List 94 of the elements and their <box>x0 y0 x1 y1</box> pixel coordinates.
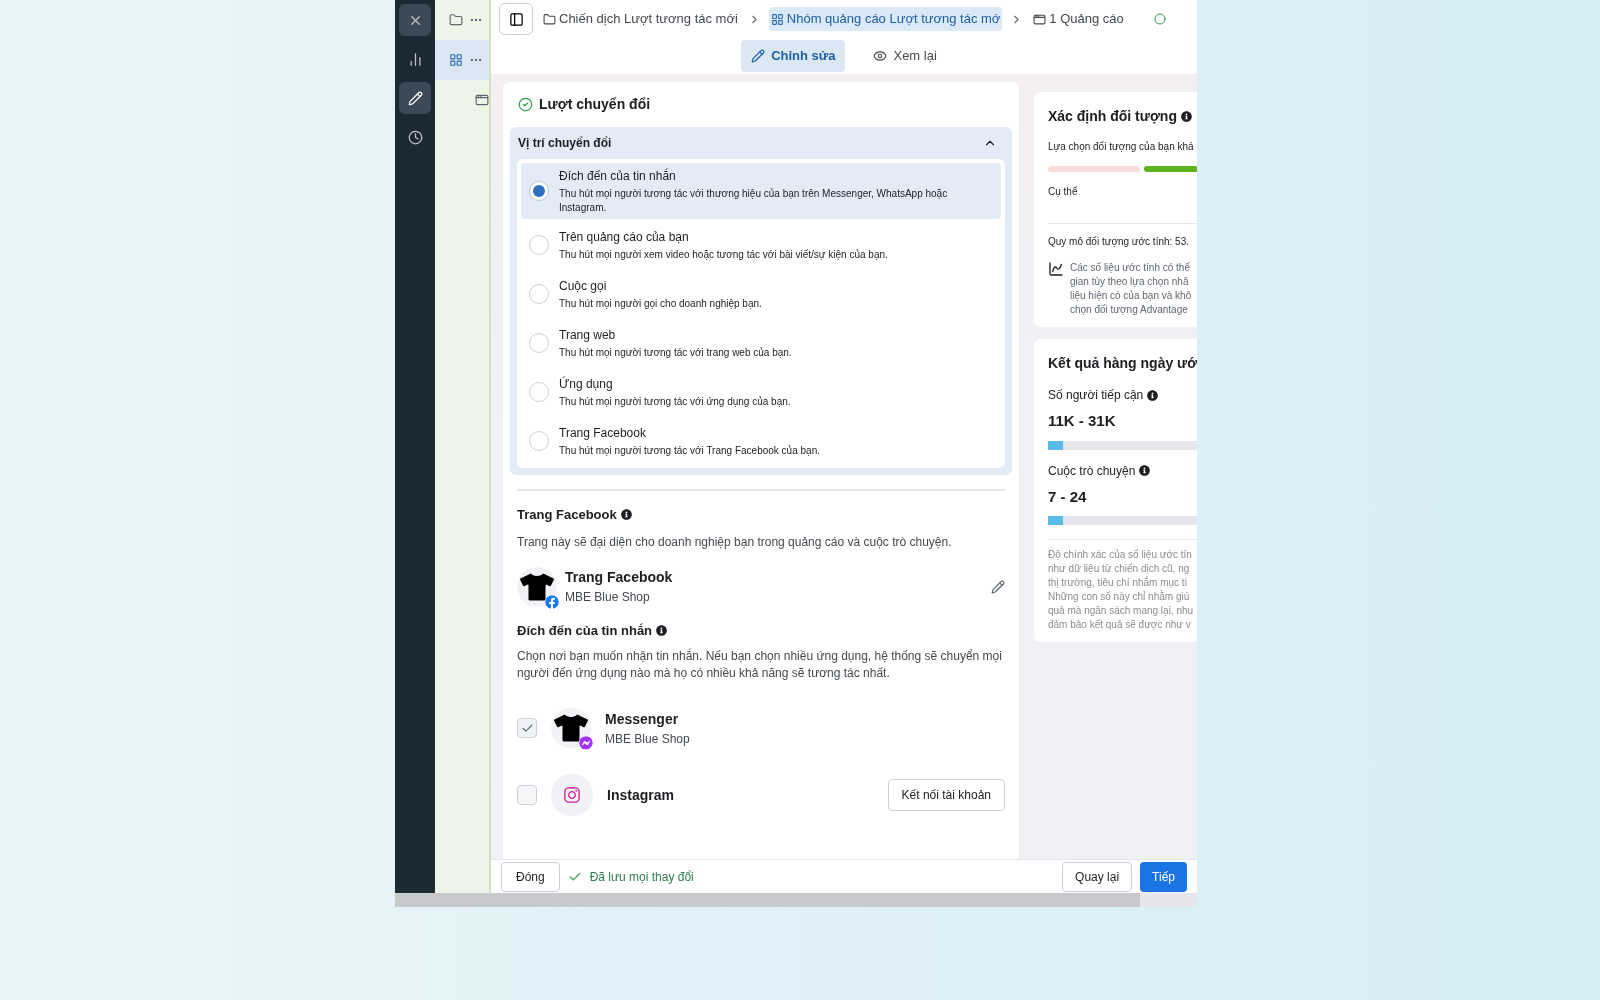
facebook-badge-icon <box>545 594 559 609</box>
field-description: Trang này sẽ đại diện cho doanh nghiệp bạn trong quảng cáo và cuộc trò chuyện. <box>517 533 953 551</box>
pencil-button[interactable] <box>399 82 431 114</box>
option-description: Thu hút mọi người gọi cho doanh nghiệp bạn. <box>559 297 762 311</box>
folder-icon <box>543 12 556 26</box>
radio-option[interactable]: Trang Facebook Thu hút mọi người tương tác với Trang Facebook của bạn. <box>521 418 1001 464</box>
field-title: Trang Facebook <box>517 506 617 524</box>
check-circle-icon <box>518 97 533 112</box>
option-description: Thu hút mọi người tương tác với thương hiệu của bạn trên Messenger, WhatsApp hoặc Instagram. <box>559 187 949 215</box>
option-label: Trang Facebook <box>559 425 647 442</box>
breadcrumb-link[interactable]: Nhóm quảng cáo Lượt tương tác mớ <box>768 7 1003 31</box>
app-account: MBE Blue Shop <box>605 730 691 748</box>
close-button[interactable] <box>399 4 431 36</box>
card-title: Kết quả hàng ngày ướ <box>1048 354 1197 373</box>
note-line: Những con số này chỉ nhằm giú <box>1048 590 1191 604</box>
radio-option[interactable]: Đích đến của tin nhắn Thu hút mọi người tương tác với thương hiệu của bạn trên Messenger, WhatsApp hoặc Instagram. <box>521 163 1001 219</box>
checkbox[interactable] <box>517 718 537 738</box>
note-line: thị trường, tiêu chí nhắm mục ti <box>1048 576 1188 590</box>
card-title: Xác định đối tượng <box>1048 107 1177 126</box>
folder-icon <box>449 13 463 27</box>
app-name: Messenger <box>605 709 680 729</box>
info-icon <box>1147 389 1159 401</box>
radio-option[interactable]: Trang web Thu hút mọi người tương tác với trang web của bạn. <box>521 320 1001 366</box>
radio-option[interactable]: Cuộc gọi Thu hút mọi người gọi cho doanh nghiệp bạn. <box>521 271 1001 317</box>
note-line: như dữ liệu từ chiến dịch cũ, ng <box>1048 562 1191 576</box>
section-title: Lượt chuyển đổi <box>539 95 651 114</box>
field-title: Đích đến của tin nhắn <box>517 621 653 640</box>
back-button[interactable]: Quay lại <box>1062 861 1133 892</box>
metric-value: 7 - 24 <box>1048 486 1088 507</box>
messenger-badge-icon <box>579 736 593 750</box>
window-icon <box>475 93 489 107</box>
info-icon <box>656 624 668 636</box>
status-ring-icon <box>1153 13 1166 25</box>
mode-tab[interactable]: Xem lại <box>863 40 947 72</box>
radio-button[interactable] <box>529 181 549 201</box>
note-line: đảm bảo kết quả sẽ được như v <box>1048 618 1192 632</box>
checkbox[interactable] <box>517 785 537 805</box>
option-label: Cuộc gọi <box>559 278 608 295</box>
metric-value: 11K - 31K <box>1048 411 1117 431</box>
radio-button[interactable] <box>529 333 549 353</box>
radio-button[interactable] <box>529 235 549 255</box>
save-status: Đã lưu mọi thay đổi <box>589 868 694 886</box>
radio-option[interactable]: Ứng dụng Thu hút mọi người tương tác với ứng dụng của bạn. <box>521 369 1001 415</box>
breadcrumb-link[interactable]: 1 Quảng cáo <box>1031 7 1126 31</box>
breadcrumb-link[interactable]: Chiến dịch Lượt tương tác mới <box>541 7 740 31</box>
note-line: chọn đối tượng Advantage <box>1070 303 1189 317</box>
radio-option[interactable]: Trên quảng cáo của bạn Thu hút mọi người xem video hoặc tương tác với bài viết/sự kiện của bạn. <box>521 222 1001 268</box>
option-label: Ứng dụng <box>559 375 614 393</box>
info-icon <box>1181 111 1192 122</box>
page-account: MBE Blue Shop <box>565 589 651 606</box>
eye-icon <box>873 49 888 63</box>
option-description: Thu hút mọi người tương tác với Trang Facebook của bạn. <box>559 444 820 458</box>
horizontal-scrollbar[interactable] <box>395 893 1197 907</box>
field-description: Chọn nơi bạn muốn nhận tin nhắn. Nếu bạn chọn nhiều ứng dụng, hệ thống sẽ chuyển mọi người đến ứng dụng nào mà họ có nhiều khả năng sẽ tương tác nhất. <box>517 648 1003 682</box>
bar-chart-icon <box>407 51 423 67</box>
option-description: Thu hút mọi người tương tác với trang web của bạn. <box>559 346 792 360</box>
option-description: Thu hút mọi người xem video hoặc tương tác với bài viết/sự kiện của bạn. <box>559 248 888 262</box>
radio-button[interactable] <box>529 431 549 451</box>
panel-header[interactable]: Vị trí chuyển đổi <box>517 127 1005 159</box>
note-line: gian tùy theo lựa chọn nhâ <box>1070 275 1190 289</box>
pencil-icon <box>407 90 423 106</box>
radio-button[interactable] <box>529 284 549 304</box>
pencil-icon <box>751 49 766 63</box>
note-line: Các số liệu ước tính có thể <box>1070 261 1191 275</box>
close-button[interactable]: Đóng <box>501 861 560 892</box>
page-name: Trang Facebook <box>565 568 674 587</box>
option-label: Trang web <box>559 327 617 344</box>
note-line: quả mà ngân sách mang lại, nhu <box>1048 604 1195 618</box>
metric-label: Cuộc trò chuyện <box>1048 462 1136 480</box>
pencil-icon[interactable] <box>991 579 1005 594</box>
note-line: liệu hiện có của bạn và khô <box>1070 289 1192 303</box>
window-icon <box>1033 12 1047 26</box>
connect-account-button[interactable]: Kết nối tài khoản <box>887 779 1005 811</box>
mode-tab[interactable]: Chỉnh sửa <box>741 40 846 72</box>
option-description: Thu hút mọi người tương tác với ứng dụng của bạn. <box>559 395 791 409</box>
sidebar-panel-icon <box>508 11 524 27</box>
meter-label: Cụ thể <box>1048 185 1079 199</box>
metric-label: Số người tiếp cận <box>1048 387 1144 404</box>
radio-button[interactable] <box>529 382 549 402</box>
option-label: Trên quảng cáo của bạn <box>559 229 690 246</box>
audience-size: Quy mô đối tượng ước tính: 53. <box>1048 235 1190 249</box>
note-line: Độ chính xác của số liệu ước tín <box>1048 548 1193 562</box>
trend-icon <box>1048 261 1064 277</box>
clock-icon <box>407 129 423 145</box>
grid-icon <box>449 53 463 67</box>
audience-summary: Lựa chọn đối tượng của bạn khá <box>1048 140 1195 154</box>
info-icon <box>1139 465 1151 476</box>
option-label: Đích đến của tin nhắn <box>559 167 677 185</box>
next-button[interactable]: Tiếp <box>1140 861 1187 892</box>
grid-icon <box>770 12 784 26</box>
panel-toggle-button[interactable] <box>499 3 533 35</box>
instagram-icon <box>563 786 581 804</box>
app-name: Instagram <box>607 785 675 805</box>
info-icon <box>620 509 632 521</box>
